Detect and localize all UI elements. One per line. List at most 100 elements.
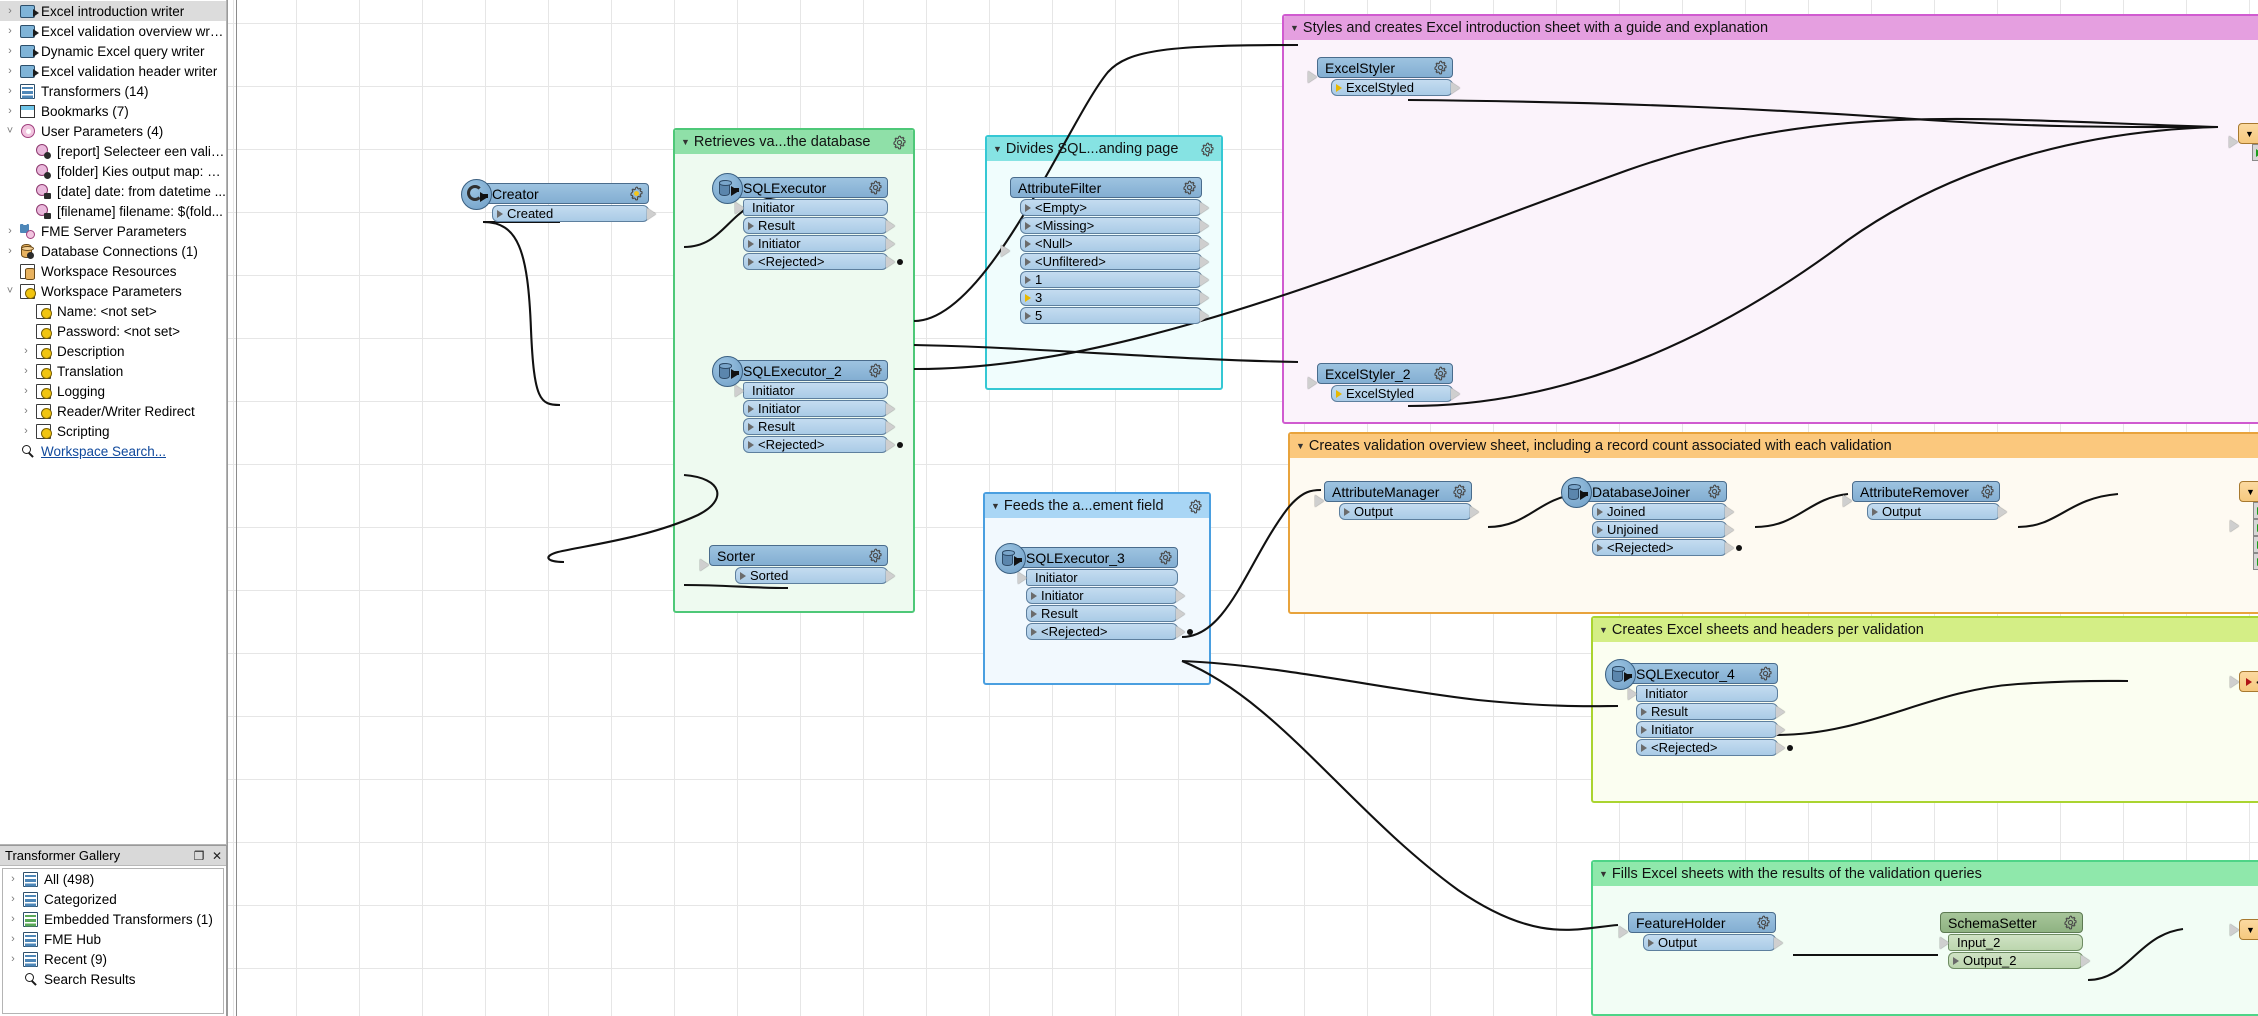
port-rejected[interactable]: <Rejected> <box>1592 539 1742 556</box>
twisty-icon[interactable]: › <box>2 81 18 101</box>
port-created[interactable]: Created <box>492 205 656 222</box>
twisty-icon[interactable]: › <box>5 949 21 969</box>
twisty-icon[interactable]: › <box>2 241 18 261</box>
node-title[interactable]: SQLExecutor <box>735 177 888 198</box>
gear-icon[interactable] <box>1980 484 1995 499</box>
node-sqlexecutor[interactable]: SQLExecutor Initiator Result Initiator <… <box>712 173 903 270</box>
navigator-tree[interactable]: › Excel introduction writer › Excel validat… <box>0 0 227 845</box>
gear-icon[interactable] <box>1188 499 1203 514</box>
twisty-icon[interactable]: › <box>2 101 18 121</box>
gear-icon[interactable] <box>1707 484 1722 499</box>
gear-icon[interactable] <box>1433 366 1448 381</box>
collapse-caret-icon[interactable]: ▼ <box>2245 129 2254 139</box>
close-icon[interactable]: ✕ <box>208 849 226 863</box>
port-missing[interactable]: <Missing> <box>1020 217 1209 234</box>
tree-item-folder-kies-output-map-c[interactable]: [folder] Kies output map: C... <box>0 161 226 181</box>
twisty-icon[interactable]: › <box>2 21 18 41</box>
twisty-icon[interactable]: › <box>18 341 34 361</box>
node-title[interactable]: SQLExecutor_3 <box>1018 547 1178 568</box>
node-title[interactable]: SQLExecutor_2 <box>735 360 888 381</box>
node-attributefilter[interactable]: AttributeFilter <Empty> <Missing> <Null> <box>1001 177 1209 324</box>
node-title[interactable]: AttributeFilter <box>1001 177 1202 257</box>
port-initiator-in[interactable]: Initiator <box>1018 569 1178 586</box>
twisty-icon[interactable]: › <box>5 929 21 949</box>
workspace-canvas[interactable]: ▼ Retrieves va...the database ▼ Divides … <box>228 0 2258 1016</box>
tree-item-database-connections-1[interactable]: › Database Connections (1) <box>0 241 226 261</box>
writer-title[interactable]: ▼ Inleiding <box>2229 123 2258 148</box>
node-excelstyler[interactable]: ExcelStyler ExcelStyled <box>1308 57 1460 96</box>
node-title[interactable]: Creator <box>484 183 649 204</box>
node-attributeremover[interactable]: AttributeRemover Output <box>1843 481 2007 520</box>
collapse-caret-icon[interactable]: ▼ <box>1296 441 1305 451</box>
tree-item-fme-hub[interactable]: › FME Hub <box>3 929 223 949</box>
feature-type-port[interactable]: validatietitel <box>2253 553 2258 570</box>
port-empty[interactable]: <Empty> <box>1020 199 1209 216</box>
port-rejected[interactable]: <Rejected> <box>743 253 903 270</box>
undock-icon[interactable]: ❐ <box>190 849 208 863</box>
port-output[interactable]: Output <box>1643 934 1783 951</box>
node-sqlexecutor-4[interactable]: SQLExecutor_4 Initiator Result Initiator… <box>1605 659 1793 756</box>
gear-icon[interactable] <box>2063 915 2078 930</box>
tree-item-recent-9[interactable]: › Recent (9) <box>3 949 223 969</box>
port-5[interactable]: 5 <box>1020 307 1209 324</box>
collapse-caret-icon[interactable]: ▼ <box>2246 487 2255 497</box>
transformer-gallery-tree[interactable]: › All (498) › Categorized › Embedded Transfor… <box>2 868 224 1014</box>
node-title[interactable]: FeatureHolder <box>1619 912 1776 938</box>
port-null[interactable]: <Null> <box>1020 235 1209 252</box>
tree-item-filename-filename-fold[interactable]: [filename] filename: $(fold... <box>0 201 226 221</box>
collapse-caret-icon[interactable]: ▼ <box>991 501 1000 511</box>
tree-item-excel-validation-overview-writer[interactable]: › Excel validation overview writer <box>0 21 226 41</box>
tree-item-bookmarks-7[interactable]: › Bookmarks (7) <box>0 101 226 121</box>
node-title[interactable]: SQLExecutor_4 <box>1628 663 1778 684</box>
port-unfiltered[interactable]: <Unfiltered> <box>1020 253 1209 270</box>
port-result[interactable]: Result <box>743 217 895 234</box>
node-title[interactable]: Sorter <box>700 545 888 571</box>
tree-item-excel-validation-header-writer[interactable]: › Excel validation header writer <box>0 61 226 81</box>
node-title[interactable]: AttributeManager <box>1315 481 1472 507</box>
feature-type-port[interactable]: validatieniveau <box>2253 519 2258 536</box>
twisty-icon[interactable]: › <box>2 41 18 61</box>
tree-item-name-not-set[interactable]: Name: <not set> <box>0 301 226 321</box>
collapse-caret-icon[interactable]: ▼ <box>681 137 690 147</box>
port-output[interactable]: Output <box>1867 503 2007 520</box>
port-output[interactable]: Output <box>1339 503 1479 520</box>
feature-type-port[interactable]: validatieid <box>2253 502 2258 519</box>
twisty-icon[interactable]: › <box>5 869 21 889</box>
node-databasejoiner[interactable]: DatabaseJoiner Joined Unjoined <Rejected… <box>1561 477 1742 556</box>
port-excelstyled[interactable]: ExcelStyled <box>1331 385 1460 402</box>
feature-type-port[interactable]: validati...orttitel <box>2252 144 2258 161</box>
tree-item-fme-server-parameters[interactable]: › FME Server Parameters <box>0 221 226 241</box>
twisty-icon[interactable]: › <box>2 221 18 241</box>
node-sqlexecutor-3[interactable]: SQLExecutor_3 Initiator Initiator Result… <box>995 543 1193 640</box>
tree-item-user-parameters-4[interactable]: ˅ User Parameters (4) <box>0 121 226 141</box>
twisty-icon[interactable]: › <box>18 381 34 401</box>
port-initiator-in[interactable]: Initiator <box>735 382 888 399</box>
node-creator[interactable]: Creator Created <box>461 179 656 222</box>
twisty-icon[interactable]: › <box>2 61 18 81</box>
port-initiator-in[interactable]: Initiator <box>735 199 888 216</box>
collapse-caret-icon[interactable]: ▼ <box>1290 23 1299 33</box>
collapse-caret-icon[interactable]: ▼ <box>2246 925 2255 935</box>
node-sqlexecutor-2[interactable]: SQLExecutor_2 Initiator Initiator Result… <box>712 356 903 453</box>
port-3[interactable]: 3 <box>1020 289 1209 306</box>
gear-icon[interactable] <box>1452 484 1467 499</box>
tree-item-dynamic-excel-query-writer[interactable]: › Dynamic Excel query writer <box>0 41 226 61</box>
port-rejected[interactable]: <Rejected> <box>1026 623 1193 640</box>
port-result[interactable]: Result <box>1026 605 1185 622</box>
collapse-caret-icon[interactable]: ▼ <box>993 144 1002 154</box>
gear-icon[interactable] <box>1182 180 1197 195</box>
tree-item-workspace-search[interactable]: Workspace Search... <box>0 441 226 461</box>
writer-title[interactable]: ▼ Validatie overzicht <box>2230 481 2258 532</box>
tree-item-reader-writer-redirect[interactable]: › Reader/Writer Redirect <box>0 401 226 421</box>
gear-icon[interactable] <box>868 548 883 563</box>
port-output-2[interactable]: Output_2 <box>1948 952 2090 969</box>
tree-item-workspace-resources[interactable]: Workspace Resources <box>0 261 226 281</box>
port-1[interactable]: 1 <box>1020 271 1209 288</box>
node-sorter[interactable]: Sorter Sorted <box>700 545 895 584</box>
node-excelstyler-2[interactable]: ExcelStyler_2 ExcelStyled <box>1308 363 1460 402</box>
port-result[interactable]: Result <box>743 418 895 435</box>
bookmark-header[interactable]: ▼ Fills Excel sheets with the results of… <box>1593 862 2258 886</box>
twisty-icon[interactable]: › <box>2 1 18 21</box>
writer-validatie-overzicht[interactable]: ▼ Validatie overzicht validatieid valida… <box>2230 481 2258 570</box>
collapse-caret-icon[interactable]: ▼ <box>1599 625 1608 635</box>
